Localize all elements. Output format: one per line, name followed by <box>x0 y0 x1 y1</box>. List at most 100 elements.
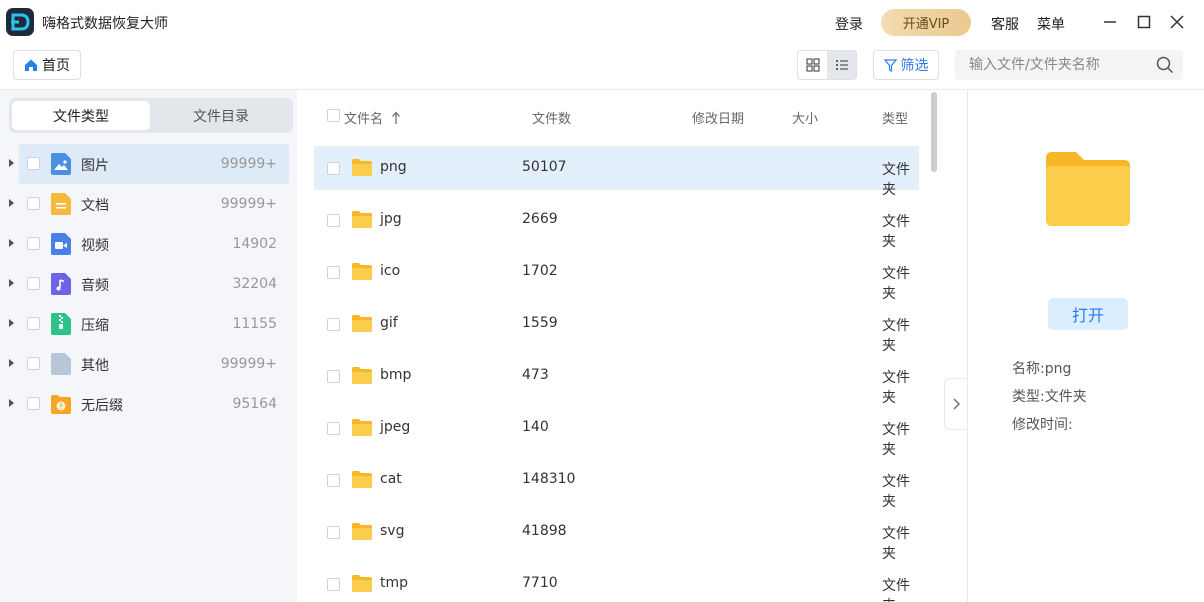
category-count: 95164 <box>232 396 277 412</box>
file-count: 148310 <box>522 471 576 487</box>
tab-file-type[interactable]: 文件类型 <box>12 101 150 130</box>
expand-arrow-icon[interactable] <box>9 319 14 327</box>
file-name: bmp <box>380 367 412 383</box>
login-link[interactable]: 登录 <box>835 14 863 34</box>
panel-toggle-button[interactable] <box>944 378 966 430</box>
toolbar: 首页 筛选 <box>0 44 1204 90</box>
image-icon <box>51 153 71 175</box>
file-type: 文件夹 <box>882 370 910 406</box>
row-checkbox[interactable] <box>327 370 340 383</box>
file-count: 140 <box>522 419 549 435</box>
expand-arrow-icon[interactable] <box>9 199 14 207</box>
folder-icon <box>352 263 372 280</box>
table-row[interactable]: tmp 7710 文件夹 <box>314 562 919 602</box>
file-name: cat <box>380 471 402 487</box>
title-bar: 嗨格式数据恢复大师 登录 开通VIP 客服 菜单 <box>0 0 1204 44</box>
open-button[interactable]: 打开 <box>1048 298 1128 330</box>
folder-icon <box>352 159 372 176</box>
close-icon[interactable] <box>1167 12 1187 32</box>
sidebar-item-archives[interactable]: 压缩 11155 <box>0 304 297 344</box>
header-modified[interactable]: 修改日期 <box>692 108 744 127</box>
header-name[interactable]: 文件名 <box>344 108 401 127</box>
minimize-icon[interactable] <box>1100 12 1120 32</box>
category-count: 32204 <box>232 276 277 292</box>
header-type[interactable]: 类型 <box>882 108 908 127</box>
select-all-checkbox[interactable] <box>327 109 340 122</box>
detail-modified: 修改时间: <box>1012 417 1073 433</box>
sidebar-item-audio[interactable]: 音频 32204 <box>0 264 297 304</box>
table-row[interactable]: ico 1702 文件夹 <box>314 250 919 302</box>
category-checkbox[interactable] <box>27 357 40 370</box>
sidebar-tabs: 文件类型 文件目录 <box>9 98 293 133</box>
sidebar-item-videos[interactable]: 视频 14902 <box>0 224 297 264</box>
filter-icon <box>883 58 897 72</box>
home-icon <box>25 59 37 71</box>
expand-arrow-icon[interactable] <box>9 359 14 367</box>
header-count[interactable]: 文件数 <box>532 108 571 127</box>
folder-icon <box>352 523 372 540</box>
file-count: 2669 <box>522 211 558 227</box>
table-row[interactable]: jpeg 140 文件夹 <box>314 406 919 458</box>
search-box <box>955 50 1183 80</box>
table-row[interactable]: jpg 2669 文件夹 <box>314 198 919 250</box>
row-checkbox[interactable] <box>327 318 340 331</box>
row-checkbox[interactable] <box>327 214 340 227</box>
table-row[interactable]: png 50107 文件夹 <box>314 146 919 198</box>
sidebar-item-documents[interactable]: 文档 99999+ <box>0 184 297 224</box>
table-row[interactable]: gif 1559 文件夹 <box>314 302 919 354</box>
category-count: 99999+ <box>220 356 277 372</box>
home-button[interactable]: 首页 <box>13 50 81 80</box>
detail-panel: 打开 名称:png 类型:文件夹 修改时间: <box>967 90 1204 602</box>
menu-link[interactable]: 菜单 <box>1037 14 1065 34</box>
category-checkbox[interactable] <box>27 317 40 330</box>
maximize-icon[interactable] <box>1134 12 1154 32</box>
category-checkbox[interactable] <box>27 237 40 250</box>
expand-arrow-icon[interactable] <box>9 279 14 287</box>
table-row[interactable]: cat 148310 文件夹 <box>314 458 919 510</box>
category-label: 无后缀 <box>81 398 123 414</box>
expand-arrow-icon[interactable] <box>9 239 14 247</box>
file-count: 50107 <box>522 159 567 175</box>
sidebar-item-images[interactable]: 图片 99999+ <box>0 144 297 184</box>
chevron-right-icon <box>953 398 960 410</box>
header-size[interactable]: 大小 <box>792 108 818 127</box>
search-icon[interactable] <box>1156 56 1174 74</box>
file-name: ico <box>380 263 401 279</box>
list-view-icon[interactable] <box>827 51 856 79</box>
table-row[interactable]: bmp 473 文件夹 <box>314 354 919 406</box>
row-checkbox[interactable] <box>327 266 340 279</box>
file-name: jpeg <box>380 419 411 435</box>
folder-icon <box>352 211 372 228</box>
category-count: 99999+ <box>220 156 277 172</box>
grid-view-icon[interactable] <box>798 51 827 79</box>
row-checkbox[interactable] <box>327 526 340 539</box>
row-checkbox[interactable] <box>327 474 340 487</box>
category-checkbox[interactable] <box>27 157 40 170</box>
app-window: 嗨格式数据恢复大师 登录 开通VIP 客服 菜单 首页 筛选 输入文件/文件夹名… <box>0 0 1204 602</box>
file-name: gif <box>380 315 398 331</box>
expand-arrow-icon[interactable] <box>9 159 14 167</box>
category-checkbox[interactable] <box>27 397 40 410</box>
file-name: svg <box>380 523 405 539</box>
row-checkbox[interactable] <box>327 578 340 591</box>
sidebar-item-no-suffix[interactable]: ? 无后缀 95164 <box>0 384 297 424</box>
document-icon <box>51 193 71 215</box>
file-type: 文件夹 <box>882 214 910 250</box>
row-checkbox[interactable] <box>327 422 340 435</box>
category-checkbox[interactable] <box>27 197 40 210</box>
category-checkbox[interactable] <box>27 277 40 290</box>
sidebar-item-other[interactable]: 其他 99999+ <box>0 344 297 384</box>
vip-button[interactable]: 开通VIP <box>881 9 971 36</box>
app-logo-icon <box>6 8 34 36</box>
row-checkbox[interactable] <box>327 162 340 175</box>
service-link[interactable]: 客服 <box>991 14 1019 34</box>
list-header: 文件名 文件数 修改日期 大小 类型 <box>298 90 938 142</box>
list-scrollbar[interactable] <box>931 92 937 172</box>
table-row[interactable]: svg 41898 文件夹 <box>314 510 919 562</box>
tab-file-directory[interactable]: 文件目录 <box>152 101 290 130</box>
filter-button[interactable]: 筛选 <box>873 50 939 80</box>
search-input[interactable] <box>955 50 1151 80</box>
category-count: 99999+ <box>220 196 277 212</box>
home-label: 首页 <box>42 58 70 74</box>
expand-arrow-icon[interactable] <box>9 399 14 407</box>
